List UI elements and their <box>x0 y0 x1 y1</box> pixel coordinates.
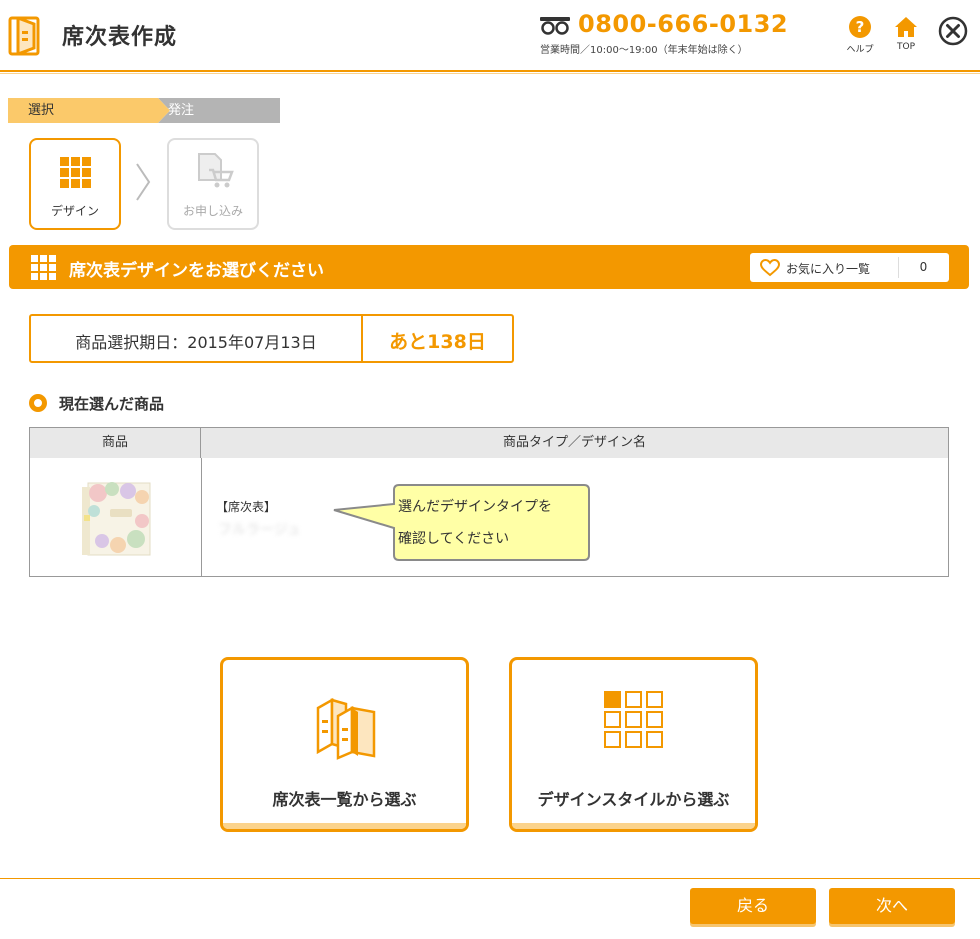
favorites-label: お気に入り一覧 <box>786 262 871 276</box>
step-design[interactable]: デザイン <box>29 138 121 230</box>
chevron-right-icon <box>136 163 151 201</box>
help-label: ヘルプ <box>846 45 874 55</box>
button-shadow <box>223 823 466 829</box>
bullet-icon <box>29 394 47 412</box>
seating-chart-logo-icon <box>8 16 40 56</box>
callout-text-line2: 確認してください <box>398 531 510 547</box>
footer-divider <box>0 878 980 879</box>
product-type: 【席次表】 <box>216 500 277 514</box>
close-icon[interactable] <box>938 16 968 46</box>
product-thumbnail <box>82 482 151 556</box>
step-apply: お申し込み <box>167 138 259 230</box>
help-button[interactable]: ? ヘルプ <box>842 16 878 55</box>
current-product-table: 商品 商品タイプ／デザイン名 【席次表】 フルラージュ 選んだデザインタイプを … <box>29 427 949 577</box>
cart-document-icon <box>198 153 234 188</box>
current-product-title: 現在選んだ商品 <box>59 395 165 413</box>
grid-icon <box>60 157 91 188</box>
help-icon: ? <box>849 16 871 38</box>
heart-icon <box>760 259 780 277</box>
business-hours: 営業時間／10:00〜19:00（年末年始は除く） <box>540 45 748 56</box>
stepbar-step-order: 発注 <box>168 103 195 118</box>
favorites-count: 0 <box>919 260 928 274</box>
seating-charts-icon <box>316 697 375 760</box>
grid-icon <box>31 255 56 280</box>
next-button[interactable]: 次へ <box>829 888 955 924</box>
days-remaining: あと138日 <box>389 331 486 353</box>
back-button[interactable]: 戻る <box>690 888 816 924</box>
phone-number: 0800-666-0132 <box>578 10 789 38</box>
step-design-label: デザイン <box>50 204 99 218</box>
favorites-button[interactable]: お気に入り一覧 0 <box>750 253 949 282</box>
button-shadow <box>512 823 755 829</box>
freedial-icon <box>540 17 570 35</box>
style-grid-icon <box>603 691 663 748</box>
stepbar-step-select: 選択 <box>28 103 55 118</box>
app-title: 席次表作成 <box>62 25 178 50</box>
app-header: 席次表作成 0800-666-0132 営業時間／10:00〜19:00（年末年… <box>0 0 980 70</box>
deadline-date: 商品選択期日：2015年07月13日 <box>75 333 317 352</box>
top-button[interactable]: TOP <box>888 16 924 52</box>
callout-text-line1: 選んだデザインタイプを <box>398 499 552 515</box>
home-icon <box>895 17 917 37</box>
section-header: 席次表デザインをお選びください お気に入り一覧 0 <box>9 245 969 289</box>
section-title: 席次表デザインをお選びください <box>69 261 324 281</box>
col-header-product: 商品 <box>30 428 201 458</box>
choose-by-style-label: デザインスタイルから選ぶ <box>537 790 730 809</box>
choose-from-list-button[interactable]: 席次表一覧から選ぶ <box>220 657 469 832</box>
progress-stepbar: 選択 発注 <box>8 98 280 123</box>
deadline-box: 商品選択期日：2015年07月13日 あと138日 <box>29 314 514 363</box>
choose-by-style-button[interactable]: デザインスタイルから選ぶ <box>509 657 758 832</box>
col-header-type: 商品タイプ／デザイン名 <box>201 428 948 458</box>
header-divider <box>0 70 980 72</box>
choose-from-list-label: 席次表一覧から選ぶ <box>272 790 417 809</box>
top-label: TOP <box>896 42 915 52</box>
header-divider-light <box>0 73 980 74</box>
column-divider <box>201 458 202 576</box>
step-apply-label: お申し込み <box>182 204 243 218</box>
product-name: フルラージュ <box>218 522 301 538</box>
